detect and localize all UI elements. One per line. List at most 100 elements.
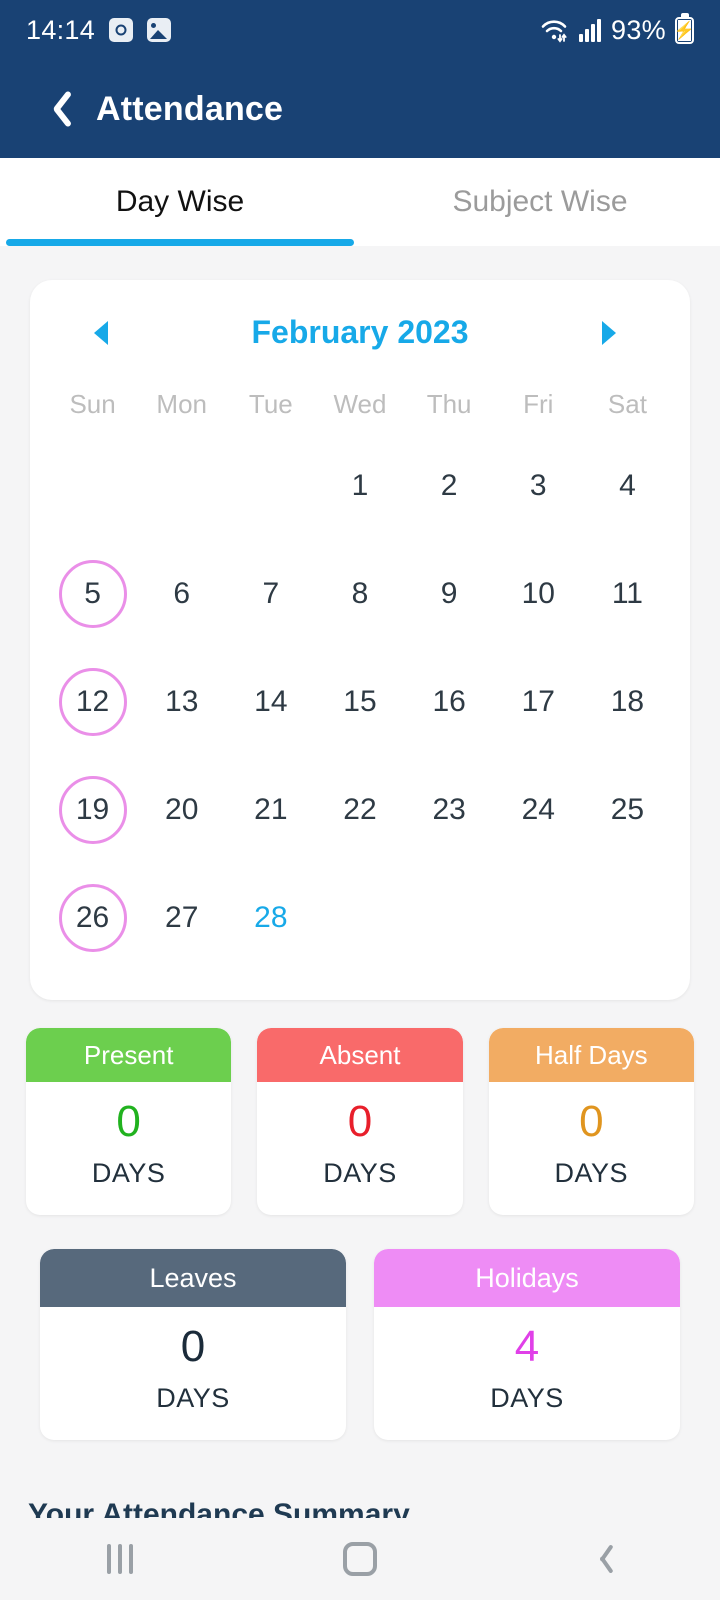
calendar-week-row: 26 27 28 bbox=[48, 876, 672, 960]
stat-card-body: 0 DAYS bbox=[26, 1082, 231, 1215]
calendar-day-cell[interactable]: 23 bbox=[405, 768, 494, 852]
calendar-day-cell[interactable]: 22 bbox=[315, 768, 404, 852]
weekday-label: Fri bbox=[523, 389, 554, 419]
calendar-grid: 1 2 3 4 5 6 7 8 9 10 11 12 13 14 15 16 17 18 19 20 21 22 23 24 2… bbox=[48, 444, 672, 960]
status-time: 14:14 bbox=[26, 14, 96, 45]
calendar-day-number: 12 bbox=[58, 668, 127, 736]
stat-cards-row-secondary: Leaves 0 DAYS Holidays 4 DAYS bbox=[0, 1249, 720, 1440]
stat-card-value: 4 bbox=[514, 1322, 540, 1371]
stat-card-body: 0 DAYS bbox=[40, 1307, 346, 1440]
stat-card-unit: DAYS bbox=[91, 1158, 166, 1188]
stat-card-value: 0 bbox=[180, 1322, 206, 1371]
calendar-day-cell[interactable]: 14 bbox=[226, 660, 315, 744]
calendar-day-cell[interactable]: 24 bbox=[494, 768, 583, 852]
weekday-label: Sun bbox=[69, 389, 116, 419]
stat-card-unit: DAYS bbox=[554, 1158, 629, 1188]
tab-day-wise-label: Day Wise bbox=[115, 185, 245, 218]
recents-icon bbox=[107, 1544, 133, 1574]
stat-card-unit: DAYS bbox=[490, 1383, 564, 1413]
back-button[interactable] bbox=[480, 1542, 720, 1576]
stat-card-leaves[interactable]: Leaves 0 DAYS bbox=[40, 1249, 346, 1440]
stat-card-header: Absent bbox=[257, 1028, 463, 1082]
stat-card-holidays[interactable]: Holidays 4 DAYS bbox=[374, 1249, 680, 1440]
calendar-day-cell[interactable]: 20 bbox=[137, 768, 226, 852]
calendar-day-cell[interactable]: 15 bbox=[315, 660, 404, 744]
calendar-day-cell[interactable]: 3 bbox=[494, 444, 583, 528]
main-content: February 2023 Sun Mon Tue Wed Thu Fri Sa… bbox=[0, 280, 720, 1600]
calendar-day-number: 22 bbox=[343, 793, 377, 826]
calendar-day-cell[interactable]: 2 bbox=[405, 444, 494, 528]
recents-button[interactable] bbox=[0, 1544, 240, 1574]
weekday-label: Mon bbox=[156, 389, 207, 419]
alarm-clock-icon bbox=[109, 18, 134, 42]
stat-card-present[interactable]: Present 0 DAYS bbox=[26, 1028, 232, 1215]
calendar-day-number: 24 bbox=[521, 793, 555, 826]
calendar-day-cell[interactable]: 12 bbox=[48, 660, 137, 744]
calendar-day-number: 21 bbox=[254, 793, 288, 826]
weekday-label: Tue bbox=[248, 389, 293, 419]
stat-card-unit: DAYS bbox=[156, 1383, 230, 1413]
calendar-month-label: February 2023 bbox=[251, 314, 469, 350]
back-chevron-icon[interactable] bbox=[40, 87, 66, 131]
calendar-day-cell[interactable]: 16 bbox=[405, 660, 494, 744]
android-nav-bar bbox=[0, 1518, 720, 1600]
calendar-day-cell[interactable]: 10 bbox=[494, 552, 583, 636]
calendar-day-cell[interactable]: 5 bbox=[48, 552, 137, 636]
calendar-day-number: 27 bbox=[165, 901, 199, 934]
calendar-day-number: 14 bbox=[254, 685, 288, 718]
status-bar-right: 93% ⚡ bbox=[539, 15, 695, 46]
chevron-left-icon[interactable] bbox=[94, 319, 118, 347]
calendar-day-cell[interactable]: 4 bbox=[583, 444, 672, 528]
calendar-day-cell[interactable]: 13 bbox=[137, 660, 226, 744]
calendar-day-cell[interactable]: 26 bbox=[48, 876, 137, 960]
calendar-day-number: 25 bbox=[610, 793, 645, 826]
calendar-week-row: 12 13 14 15 16 17 18 bbox=[48, 660, 672, 744]
calendar-day-cell[interactable]: 7 bbox=[226, 552, 315, 636]
stat-card-header: Present bbox=[26, 1028, 232, 1082]
weekday-label: Wed bbox=[333, 389, 387, 419]
nav-back-icon bbox=[590, 1542, 610, 1576]
weekday-label: Thu bbox=[426, 389, 472, 419]
stat-card-body: 0 DAYS bbox=[257, 1082, 462, 1215]
calendar-day-cell[interactable]: 21 bbox=[226, 768, 315, 852]
calendar-day-number: 2 bbox=[440, 469, 458, 502]
tab-subject-wise[interactable]: Subject Wise bbox=[360, 158, 720, 246]
stat-cards-row-primary: Present 0 DAYS Absent 0 DAYS Half Days 0 DAYS bbox=[0, 1028, 720, 1215]
calendar-day-number: 23 bbox=[432, 793, 466, 826]
calendar-day-cell[interactable]: 19 bbox=[48, 768, 137, 852]
stat-card-half-days[interactable]: Half Days 0 DAYS bbox=[488, 1028, 694, 1215]
stat-card-header: Holidays bbox=[374, 1249, 680, 1307]
calendar-day-number: 18 bbox=[610, 685, 645, 718]
cellular-signal-icon bbox=[578, 17, 602, 43]
home-button[interactable] bbox=[240, 1542, 480, 1576]
calendar-day-cell[interactable]: 17 bbox=[494, 660, 583, 744]
calendar-day-cell[interactable]: 8 bbox=[315, 552, 404, 636]
gallery-image-icon bbox=[147, 18, 172, 42]
calendar-day-cell[interactable]: 11 bbox=[583, 552, 672, 636]
calendar-day-number: 16 bbox=[432, 685, 466, 718]
calendar-header: February 2023 bbox=[48, 308, 672, 351]
calendar-day-cell[interactable]: 6 bbox=[137, 552, 226, 636]
calendar-day-cell[interactable]: 28 bbox=[226, 876, 315, 960]
tab-day-wise[interactable]: Day Wise bbox=[0, 158, 360, 246]
app-bar: Attendance bbox=[0, 60, 720, 158]
stat-card-absent[interactable]: Absent 0 DAYS bbox=[257, 1028, 463, 1215]
calendar-day-cell[interactable]: 9 bbox=[405, 552, 494, 636]
chevron-right-icon[interactable] bbox=[601, 319, 626, 347]
calendar-day-cell[interactable]: 18 bbox=[583, 660, 672, 744]
calendar-week-row: 1 2 3 4 bbox=[48, 444, 672, 528]
calendar-day-cell[interactable]: 1 bbox=[315, 444, 404, 528]
page-title: Attendance bbox=[96, 89, 284, 128]
tab-bar: Day Wise Subject Wise bbox=[0, 158, 720, 246]
stat-card-body: 0 DAYS bbox=[489, 1082, 694, 1215]
battery-charging-icon: ⚡ bbox=[674, 16, 695, 44]
calendar-day-number: 10 bbox=[521, 577, 555, 610]
calendar-day-number: 15 bbox=[343, 685, 377, 718]
calendar-day-cell[interactable]: 27 bbox=[137, 876, 226, 960]
calendar-day-number: 7 bbox=[262, 577, 280, 610]
stat-card-body: 4 DAYS bbox=[374, 1307, 680, 1440]
stat-card-value: 0 bbox=[116, 1097, 141, 1146]
weekday-label: Sat bbox=[607, 389, 647, 419]
calendar-day-cell[interactable]: 25 bbox=[583, 768, 672, 852]
calendar-day-number: 20 bbox=[165, 793, 199, 826]
